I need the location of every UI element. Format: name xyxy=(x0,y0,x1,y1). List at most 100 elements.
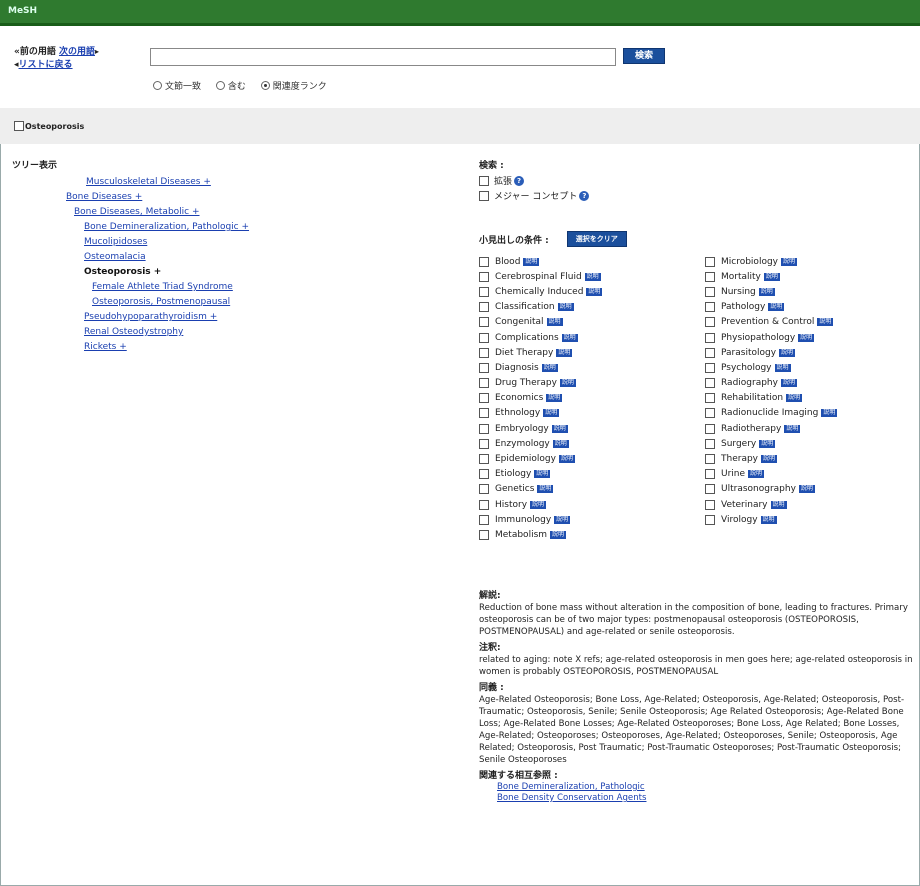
tree-node[interactable]: Musculoskeletal Diseases + xyxy=(86,177,211,187)
subheading-info-tag[interactable]: 説明 xyxy=(786,394,803,403)
subheading-checkbox[interactable] xyxy=(705,484,715,495)
subheading-checkbox[interactable] xyxy=(705,499,715,510)
subheading-option[interactable]: Urine 説明 xyxy=(705,467,920,482)
subheading-checkbox[interactable] xyxy=(705,286,715,297)
subheading-checkbox[interactable] xyxy=(479,256,489,267)
subheading-checkbox[interactable] xyxy=(705,393,715,404)
clear-selection-button[interactable]: 選択をクリア xyxy=(566,231,627,247)
subheading-info-tag[interactable]: 説明 xyxy=(537,485,554,494)
subheading-info-tag[interactable]: 説明 xyxy=(558,455,575,464)
subheading-option[interactable]: Genetics 説明 xyxy=(479,482,704,497)
subheading-checkbox[interactable] xyxy=(479,499,489,510)
subheading-info-tag[interactable]: 説明 xyxy=(821,409,838,418)
subheading-checkbox[interactable] xyxy=(705,256,715,267)
subheading-option[interactable]: Epidemiology 説明 xyxy=(479,451,704,466)
subheading-option[interactable]: Therapy 説明 xyxy=(705,451,920,466)
subheading-info-tag[interactable]: 説明 xyxy=(758,287,775,296)
subheading-info-tag[interactable]: 説明 xyxy=(784,424,801,433)
subheading-checkbox[interactable] xyxy=(705,332,715,343)
subheading-option[interactable]: Microbiology 説明 xyxy=(705,254,920,269)
subheading-info-tag[interactable]: 説明 xyxy=(523,257,540,266)
tree-node[interactable]: Osteoporosis, Postmenopausal xyxy=(92,297,230,307)
subheading-checkbox[interactable] xyxy=(479,317,489,328)
subheading-option[interactable]: History 説明 xyxy=(479,497,704,512)
next-term-link[interactable]: 次の用語 xyxy=(59,47,95,57)
subheading-checkbox[interactable] xyxy=(479,393,489,404)
subheading-checkbox[interactable] xyxy=(705,347,715,358)
subheading-info-tag[interactable]: 説明 xyxy=(546,318,563,327)
subheading-info-tag[interactable]: 説明 xyxy=(550,530,567,539)
subheading-option[interactable]: Radiography 説明 xyxy=(705,376,920,391)
subheading-info-tag[interactable]: 説明 xyxy=(780,379,797,388)
subheading-info-tag[interactable]: 説明 xyxy=(761,455,778,464)
tree-node[interactable]: Bone Diseases + xyxy=(66,192,142,202)
subheading-option[interactable]: Virology 説明 xyxy=(705,512,920,527)
subheading-option[interactable]: Etiology 説明 xyxy=(479,467,704,482)
subheading-info-tag[interactable]: 説明 xyxy=(759,439,776,448)
subheading-info-tag[interactable]: 説明 xyxy=(798,485,815,494)
subheading-option[interactable]: Veterinary 説明 xyxy=(705,497,920,512)
tree-node[interactable]: Bone Demineralization, Pathologic + xyxy=(84,222,249,232)
radio-contains[interactable]: 含む xyxy=(215,79,246,92)
subheading-info-tag[interactable]: 説明 xyxy=(557,303,574,312)
subheading-info-tag[interactable]: 説明 xyxy=(584,272,601,281)
subheading-option[interactable]: Nursing 説明 xyxy=(705,284,920,299)
subheading-info-tag[interactable]: 説明 xyxy=(559,379,576,388)
see-also-link[interactable]: Bone Density Conservation Agents xyxy=(497,793,919,804)
subheading-info-tag[interactable]: 説明 xyxy=(779,348,796,357)
tree-node[interactable]: Osteomalacia xyxy=(84,252,146,262)
help-icon[interactable]: ? xyxy=(514,175,525,186)
subheading-option[interactable]: Physiopathology 説明 xyxy=(705,330,920,345)
subheading-info-tag[interactable]: 説明 xyxy=(554,515,571,524)
subheading-option[interactable]: Congenital 説明 xyxy=(479,315,704,330)
subheading-info-tag[interactable]: 説明 xyxy=(748,470,765,479)
tree-node[interactable]: Rickets + xyxy=(84,342,127,352)
subheading-info-tag[interactable]: 説明 xyxy=(552,439,569,448)
subheading-option[interactable]: Immunology 説明 xyxy=(479,512,704,527)
subheading-checkbox[interactable] xyxy=(705,438,715,449)
subheading-checkbox[interactable] xyxy=(479,529,489,540)
subheading-checkbox[interactable] xyxy=(479,332,489,343)
explode-option[interactable]: 拡張 ? xyxy=(479,173,919,188)
subheading-option[interactable]: Parasitology 説明 xyxy=(705,345,920,360)
subheading-info-tag[interactable]: 説明 xyxy=(768,303,785,312)
subheading-checkbox[interactable] xyxy=(479,454,489,465)
subheading-checkbox[interactable] xyxy=(479,484,489,495)
subheading-option[interactable]: Chemically Induced 説明 xyxy=(479,284,704,299)
subheading-checkbox[interactable] xyxy=(705,469,715,480)
subheading-checkbox[interactable] xyxy=(705,302,715,313)
search-input[interactable] xyxy=(150,48,616,66)
term-checkbox[interactable] xyxy=(14,121,24,131)
subheading-info-tag[interactable]: 説明 xyxy=(561,333,578,342)
subheading-option[interactable]: Complications 説明 xyxy=(479,330,704,345)
major-concept-checkbox[interactable] xyxy=(479,190,489,201)
subheading-checkbox[interactable] xyxy=(479,302,489,313)
subheading-info-tag[interactable]: 説明 xyxy=(543,409,560,418)
subheading-checkbox[interactable] xyxy=(479,438,489,449)
help-icon[interactable]: ? xyxy=(579,190,590,201)
subheading-option[interactable]: Diagnosis 説明 xyxy=(479,360,704,375)
subheading-option[interactable]: Surgery 説明 xyxy=(705,436,920,451)
subheading-info-tag[interactable]: 説明 xyxy=(551,424,568,433)
subheading-option[interactable]: Rehabilitation 説明 xyxy=(705,391,920,406)
subheading-option[interactable]: Cerebrospinal Fluid 説明 xyxy=(479,269,704,284)
prev-term-link[interactable]: 前の用語 xyxy=(20,47,56,57)
subheading-option[interactable]: Embryology 説明 xyxy=(479,421,704,436)
subheading-checkbox[interactable] xyxy=(479,514,489,525)
search-button[interactable]: 検索 xyxy=(623,48,665,64)
subheading-option[interactable]: Metabolism 説明 xyxy=(479,527,704,542)
radio-relevance[interactable]: 関連度ランク xyxy=(260,79,327,92)
subheading-checkbox[interactable] xyxy=(705,271,715,282)
subheading-checkbox[interactable] xyxy=(705,423,715,434)
subheading-checkbox[interactable] xyxy=(705,378,715,389)
subheading-checkbox[interactable] xyxy=(705,362,715,373)
subheading-option[interactable]: Radionuclide Imaging 説明 xyxy=(705,406,920,421)
tree-node[interactable]: Pseudohypoparathyroidism + xyxy=(84,312,217,322)
subheading-checkbox[interactable] xyxy=(705,454,715,465)
subheading-info-tag[interactable]: 説明 xyxy=(781,257,798,266)
subheading-option[interactable]: Enzymology 説明 xyxy=(479,436,704,451)
subheading-checkbox[interactable] xyxy=(479,271,489,282)
tree-node[interactable]: Renal Osteodystrophy xyxy=(84,327,183,337)
subheading-checkbox[interactable] xyxy=(705,317,715,328)
subheading-info-tag[interactable]: 説明 xyxy=(541,363,558,372)
